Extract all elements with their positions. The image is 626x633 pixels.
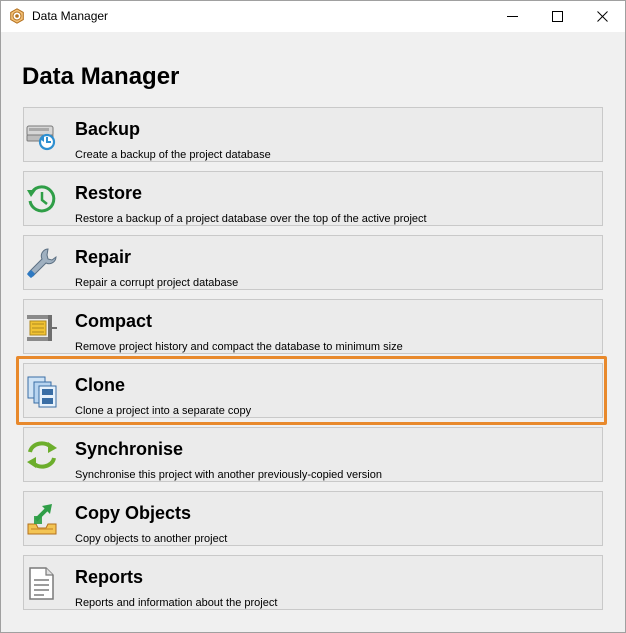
sync-arrows-icon bbox=[26, 438, 58, 472]
copy-to-tray-icon bbox=[26, 502, 58, 536]
item-name: Clone bbox=[75, 375, 126, 395]
report-document-icon bbox=[26, 566, 58, 600]
item-name: Backup bbox=[75, 119, 141, 139]
synchronise-button[interactable]: Synchronise Synchronise this project wit… bbox=[23, 427, 603, 482]
window-title: Data Manager bbox=[32, 9, 109, 23]
item-description: Copy objects to another project bbox=[75, 533, 228, 545]
title-bar[interactable]: Data Manager bbox=[1, 1, 625, 32]
wrench-icon bbox=[26, 246, 58, 280]
data-manager-window: Data Manager Data Manager Backup Create … bbox=[0, 0, 626, 633]
hexagon-target-icon bbox=[9, 8, 25, 24]
item-description: Synchronise this project with another pr… bbox=[75, 469, 382, 481]
clone-button[interactable]: Clone Clone a project into a separate co… bbox=[23, 363, 603, 418]
maximize-button[interactable] bbox=[535, 1, 580, 32]
close-icon bbox=[597, 11, 608, 22]
item-description: Clone a project into a separate copy bbox=[75, 405, 252, 417]
maximize-icon bbox=[552, 11, 563, 22]
item-description: Remove project history and compact the d… bbox=[75, 341, 403, 353]
reports-button[interactable]: Reports Reports and information about th… bbox=[23, 555, 603, 610]
item-name: Reports bbox=[75, 567, 144, 587]
close-button[interactable] bbox=[580, 1, 625, 32]
item-name: Repair bbox=[75, 247, 132, 267]
restore-clock-icon bbox=[26, 182, 58, 216]
repair-button[interactable]: Repair Repair a corrupt project database bbox=[23, 235, 603, 290]
compact-button[interactable]: Compact Remove project history and compa… bbox=[23, 299, 603, 354]
item-name: Compact bbox=[75, 311, 153, 331]
item-name: Restore bbox=[75, 183, 143, 203]
item-description: Reports and information about the projec… bbox=[75, 597, 278, 609]
item-name: Copy Objects bbox=[75, 503, 192, 523]
copy-objects-button[interactable]: Copy Objects Copy objects to another pro… bbox=[23, 491, 603, 546]
restore-button[interactable]: Restore Restore a backup of a project da… bbox=[23, 171, 603, 226]
backup-drive-icon bbox=[26, 118, 58, 152]
page-heading: Data Manager bbox=[22, 63, 180, 90]
item-description: Create a backup of the project database bbox=[75, 149, 271, 161]
backup-button[interactable]: Backup Create a backup of the project da… bbox=[23, 107, 603, 162]
minimize-button[interactable] bbox=[490, 1, 535, 32]
vise-icon bbox=[26, 310, 58, 344]
clone-database-icon bbox=[26, 374, 58, 408]
minimize-icon bbox=[507, 11, 518, 22]
item-name: Synchronise bbox=[75, 439, 184, 459]
item-description: Repair a corrupt project database bbox=[75, 277, 239, 289]
item-description: Restore a backup of a project database o… bbox=[75, 213, 427, 225]
